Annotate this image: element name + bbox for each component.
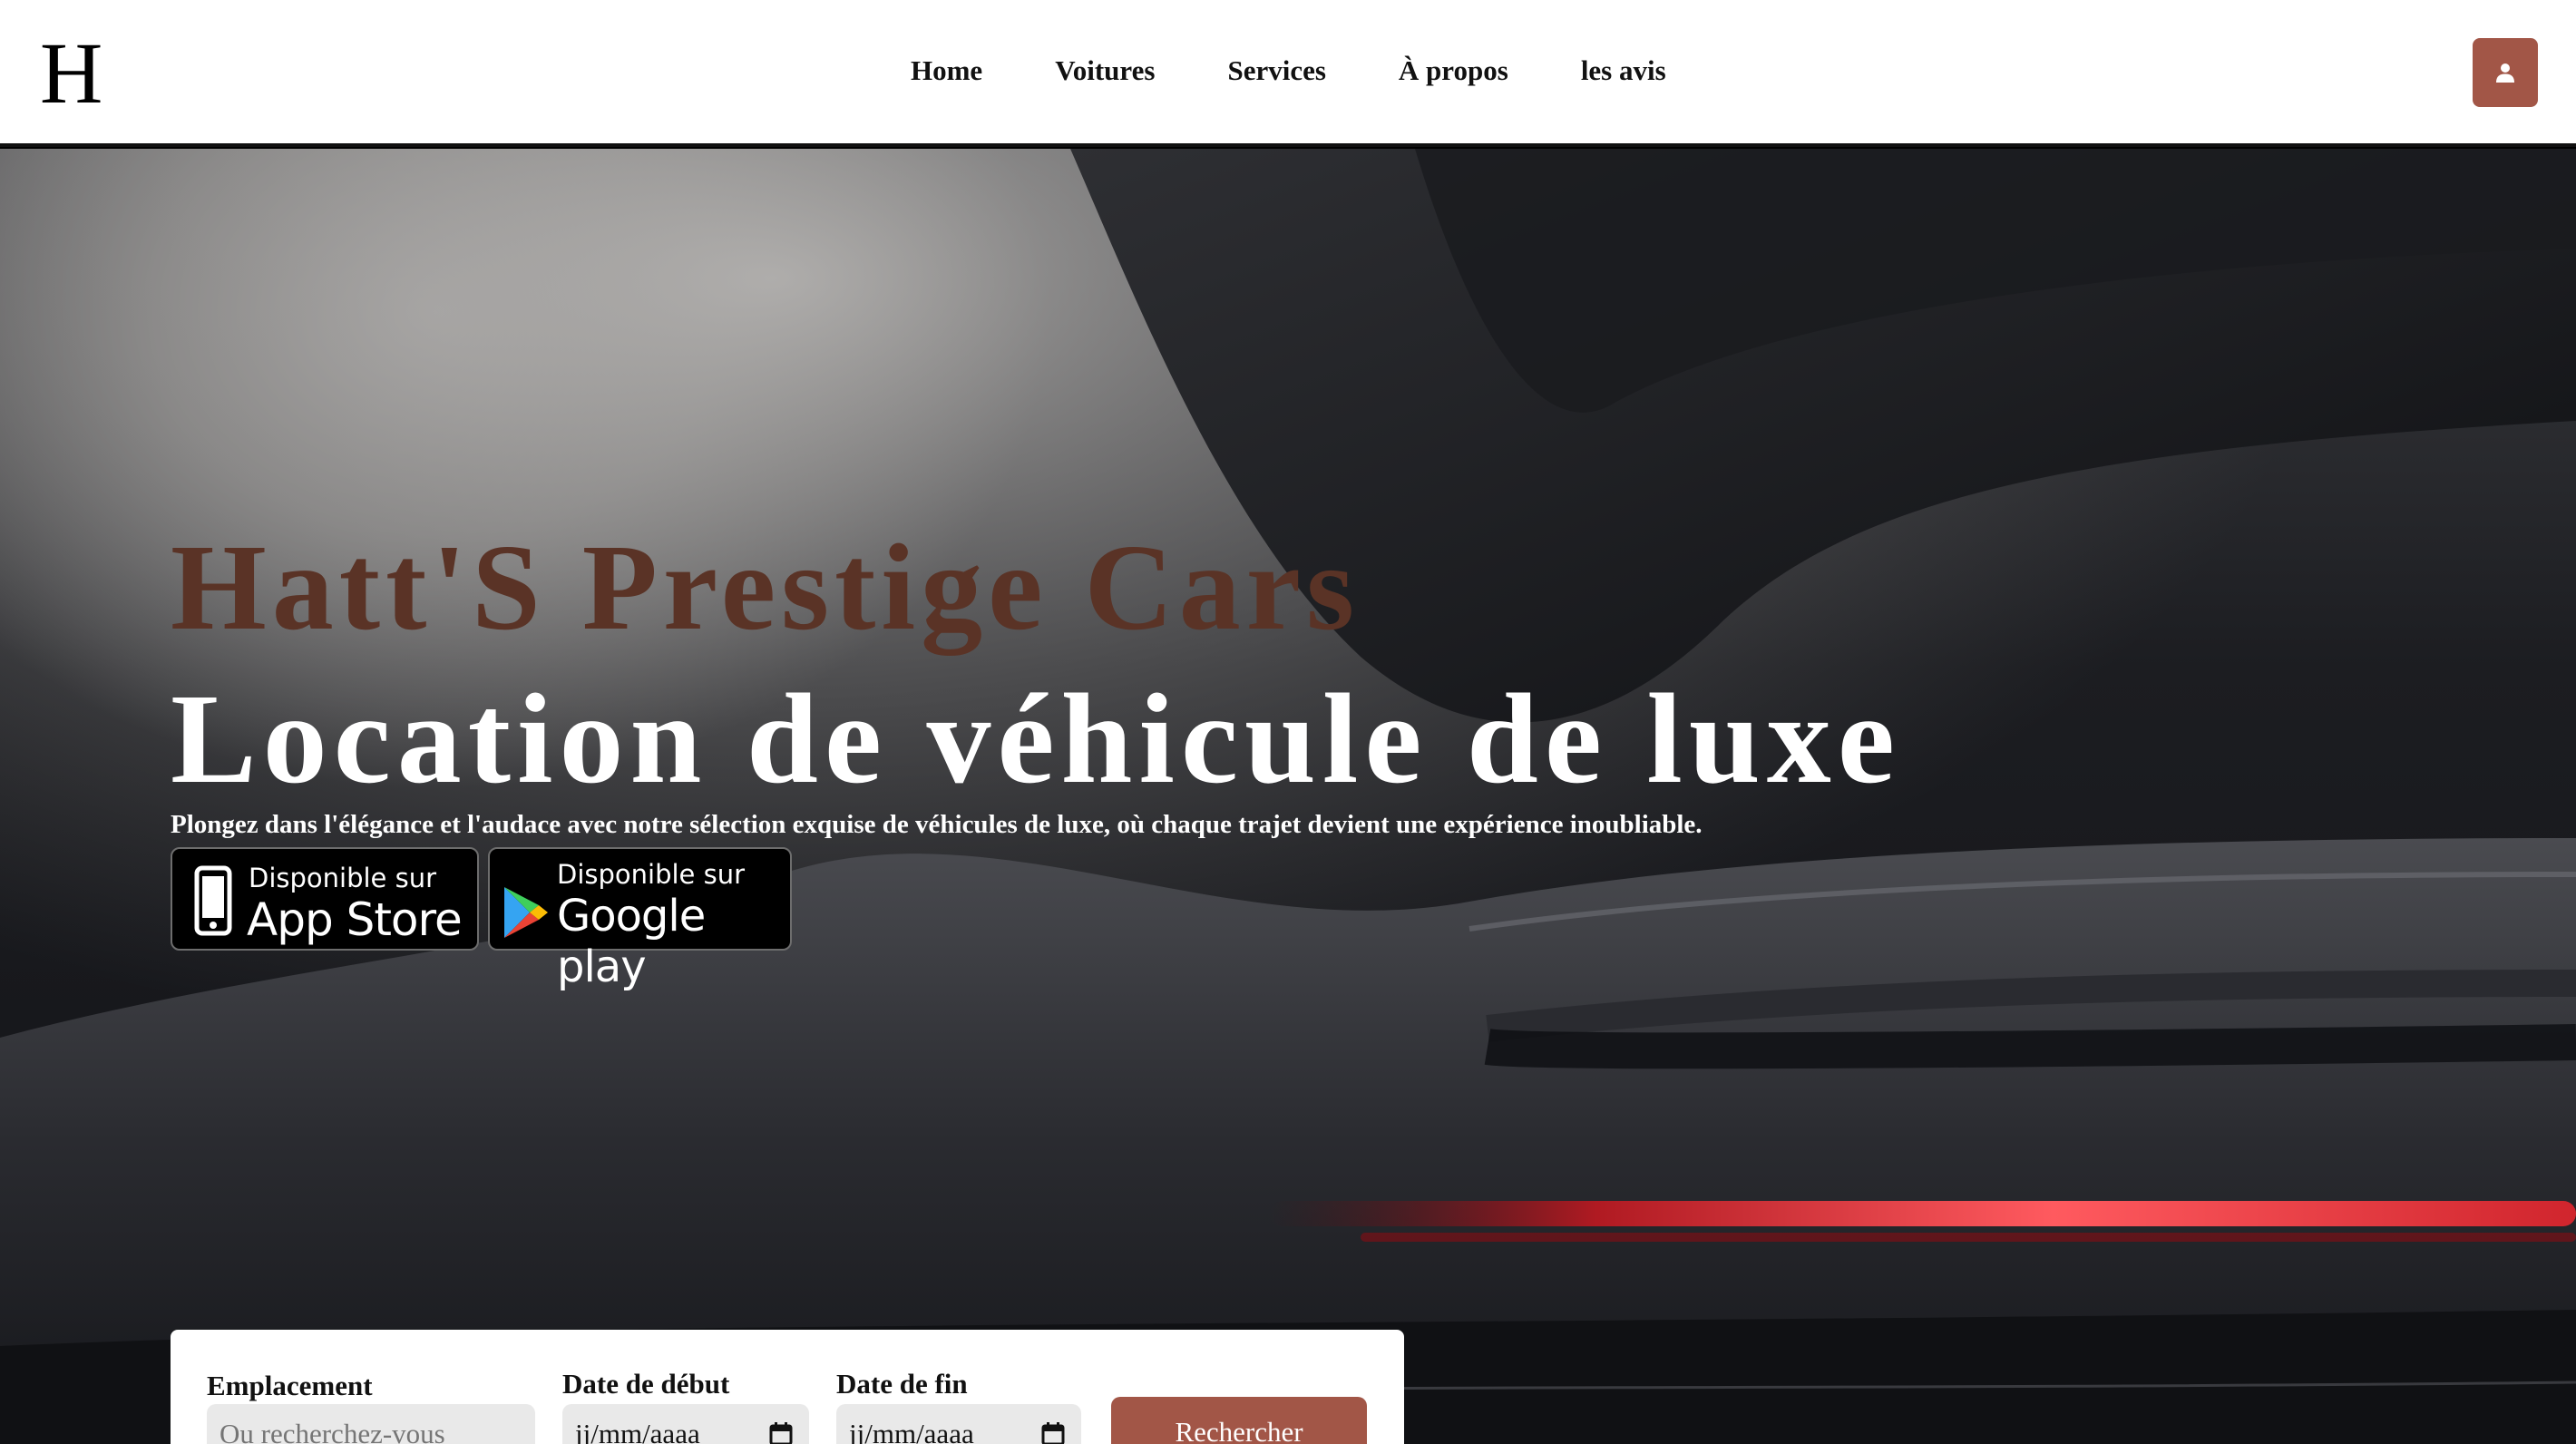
nav-item-voitures[interactable]: Voitures (1055, 51, 1155, 91)
nav-item-les-avis[interactable]: les avis (1581, 51, 1666, 91)
phone-icon (194, 865, 232, 936)
user-account-button[interactable] (2473, 38, 2538, 107)
google-play-badge[interactable]: Disponible sur Google play (488, 847, 792, 992)
google-play-big-label: Google play (557, 891, 706, 992)
user-icon (2496, 63, 2514, 83)
hero-title: Hatt'S Prestige Cars (171, 520, 1360, 656)
logo[interactable]: H (40, 24, 102, 123)
hero-subtitle: Location de véhicule de luxe (171, 667, 1901, 810)
nav-links: Home Voitures Services À propos les avis (911, 51, 1666, 91)
search-button[interactable]: Rechercher (1111, 1397, 1367, 1444)
google-play-small-label: Disponible sur (557, 859, 746, 890)
calendar-icon (769, 1422, 793, 1444)
location-label: Emplacement (207, 1370, 373, 1401)
search-form: Emplacement Date de début jj/mm/aaaa Dat… (171, 1330, 1404, 1444)
end-date-input[interactable]: jj/mm/aaaa (836, 1404, 1081, 1444)
start-date-input[interactable]: jj/mm/aaaa (562, 1404, 809, 1444)
end-date-label: Date de fin (836, 1368, 968, 1400)
hero-section: Hatt'S Prestige Cars Location de véhicul… (0, 149, 2576, 1444)
nav-item-a-propos[interactable]: À propos (1399, 51, 1508, 91)
app-store-big-label: App Store (247, 893, 463, 946)
nav-item-services[interactable]: Services (1227, 51, 1325, 91)
play-store-icon (504, 887, 548, 938)
end-date-value: jj/mm/aaaa (849, 1418, 974, 1444)
start-date-label: Date de début (562, 1368, 730, 1400)
app-store-small-label: Disponible sur (249, 863, 437, 893)
navbar: H Home Voitures Services À propos les av… (0, 0, 2576, 147)
calendar-icon (1041, 1422, 1065, 1444)
app-store-badge[interactable]: Disponible sur App Store (171, 847, 479, 951)
start-date-value: jj/mm/aaaa (575, 1418, 700, 1444)
hero-description: Plongez dans l'élégance et l'audace avec… (171, 810, 1703, 839)
location-input[interactable] (207, 1404, 535, 1444)
nav-item-home[interactable]: Home (911, 51, 982, 91)
